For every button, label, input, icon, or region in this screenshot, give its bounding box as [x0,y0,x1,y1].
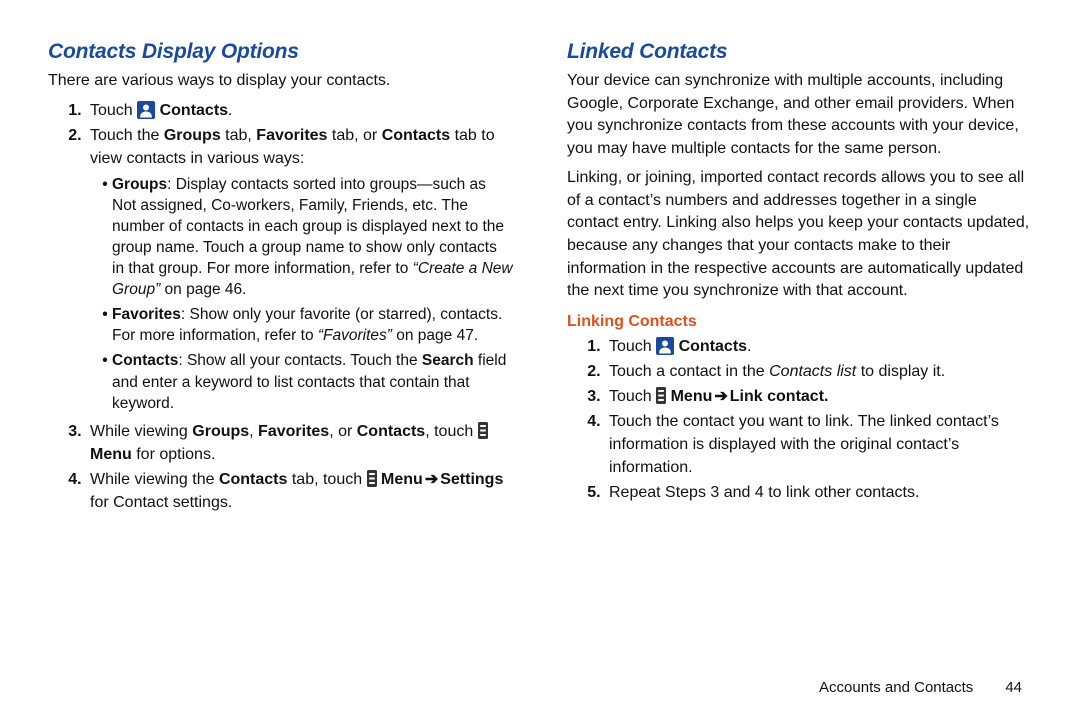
paragraph-2-right: Linking, or joining, imported contact re… [567,167,1032,303]
text: Contacts [382,127,450,144]
contacts-icon [656,337,674,355]
step-2-right: Touch a contact in the Contacts list to … [605,360,1032,383]
text: Menu [381,471,423,488]
text: Settings [440,471,503,488]
text: Menu [671,388,713,405]
arrow-icon: ➔ [423,471,440,488]
text: Touch the [90,127,164,144]
text: for Contact settings. [90,494,232,511]
subheading-linking-contacts: Linking Contacts [567,313,1032,331]
text: , or [329,423,357,440]
text: Groups [192,423,249,440]
page-footer: Accounts and Contacts 44 [48,669,1032,696]
column-left: Contacts Display Options There are vario… [48,40,513,669]
step-1-left: Touch Contacts. [86,99,513,122]
text: . [228,102,232,119]
heading-linked-contacts: Linked Contacts [567,40,1032,64]
text: Touch [90,102,137,119]
footer-page-number: 44 [1005,679,1022,696]
text: Groups [164,127,221,144]
heading-contacts-display-options: Contacts Display Options [48,40,513,64]
menu-icon [656,387,666,404]
reference-link: “Favorites” [318,327,392,344]
text: Contacts [112,352,178,369]
text: tab, touch [287,471,366,488]
text: Groups [112,176,167,193]
text: tab, [221,127,257,144]
text: tab, or [327,127,381,144]
paragraph-1-right: Your device can synchronize with multipl… [567,70,1032,161]
text: . [747,338,751,355]
step-4-right: Touch the contact you want to link. The … [605,410,1032,479]
menu-icon [367,470,377,487]
text: Favorites [258,423,329,440]
text: , touch [425,423,477,440]
intro-left: There are various ways to display your c… [48,70,513,93]
arrow-icon: ➔ [712,388,729,405]
text: for options. [132,446,216,463]
text: on page 46. [160,281,246,298]
text: While viewing [90,423,192,440]
text: Contacts [219,471,287,488]
text: Touch [609,388,656,405]
text: : Show all your contacts. Touch the [178,352,422,369]
text: to display it. [856,363,945,380]
text: Touch [609,338,656,355]
text: on page 47. [392,327,478,344]
text: Search [422,352,474,369]
text: Contacts list [769,363,856,380]
footer-section-name: Accounts and Contacts [819,679,973,696]
bullet-contacts: Contacts: Show all your contacts. Touch … [112,350,513,413]
menu-icon [478,422,488,439]
steps-left: Touch Contacts. Touch the Groups tab, Fa… [54,99,513,514]
text: Favorites [256,127,327,144]
text: Touch a contact in the [609,363,769,380]
text: Contacts [160,102,228,119]
bullets-left: Groups: Display contacts sorted into gro… [94,174,513,414]
bullet-groups: Groups: Display contacts sorted into gro… [112,174,513,300]
text: , [249,423,258,440]
step-5-right: Repeat Steps 3 and 4 to link other conta… [605,481,1032,504]
column-right: Linked Contacts Your device can synchron… [567,40,1032,669]
text: While viewing the [90,471,219,488]
text: Menu [90,446,132,463]
step-2-left: Touch the Groups tab, Favorites tab, or … [86,124,513,414]
step-1-right: Touch Contacts. [605,335,1032,358]
text: Link contact. [730,388,829,405]
bullet-favorites: Favorites: Show only your favorite (or s… [112,304,513,346]
contacts-icon [137,101,155,119]
text: Contacts [357,423,425,440]
step-3-right: Touch Menu➔Link contact. [605,385,1032,408]
text: Contacts [679,338,747,355]
step-4-left: While viewing the Contacts tab, touch Me… [86,468,513,514]
text: Favorites [112,306,181,323]
step-3-left: While viewing Groups, Favorites, or Cont… [86,420,513,466]
steps-right: Touch Contacts. Touch a contact in the C… [573,335,1032,504]
